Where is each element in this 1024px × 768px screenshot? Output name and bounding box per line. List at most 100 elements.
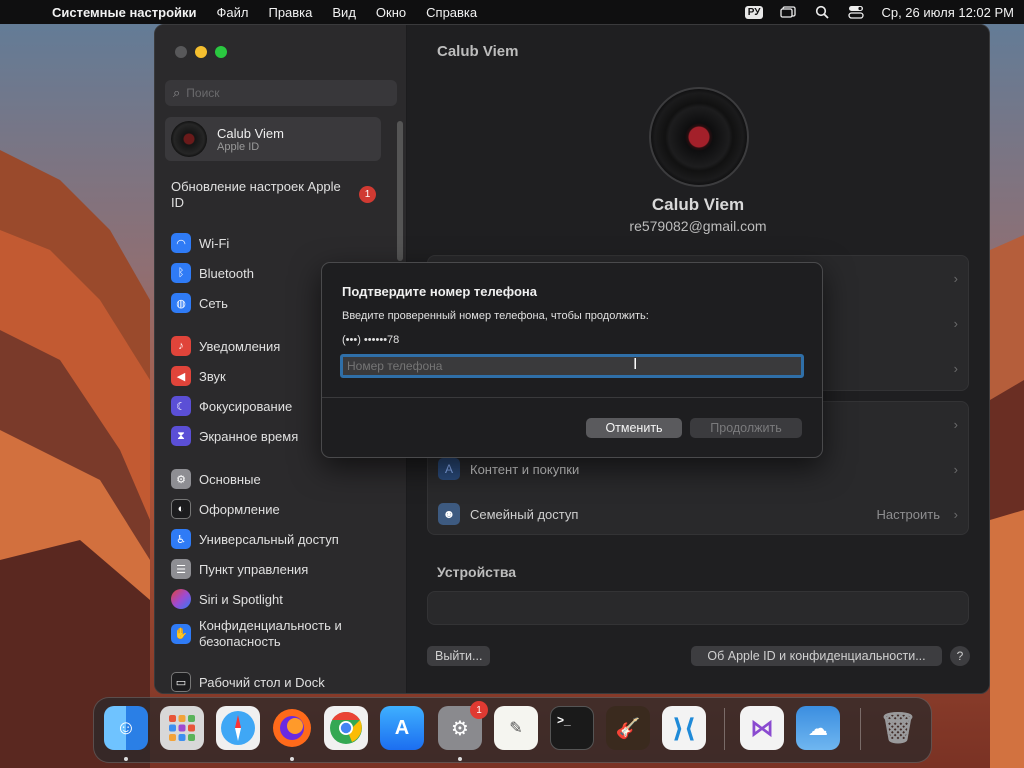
menu-window[interactable]: Окно: [376, 5, 406, 20]
verify-phone-dialog: Подтвердите номер телефона Введите прове…: [321, 262, 823, 458]
minimize-button[interactable]: [195, 46, 207, 58]
hourglass-icon: ⧗: [171, 426, 191, 446]
sidebar-item-update-settings[interactable]: Обновление настроек Apple ID: [171, 179, 341, 211]
sidebar-item-label: Конфиденциальность и безопасность: [199, 618, 342, 649]
continue-button[interactable]: Продолжить: [690, 418, 802, 438]
account-sub: Apple ID: [217, 140, 260, 153]
chevron-right-icon: ›: [953, 360, 958, 376]
chevron-right-icon: ›: [953, 461, 958, 477]
sidebar-item-wifi[interactable]: ◠ Wi-Fi: [171, 233, 229, 253]
sidebar-item-general[interactable]: ⚙ Основные: [171, 469, 261, 489]
profile-email: re579082@gmail.com: [629, 218, 767, 234]
visual-studio-icon[interactable]: ⋈: [740, 706, 784, 750]
appearance-icon: ◐: [171, 499, 191, 519]
sidebar-item-notifications[interactable]: ♪ Уведомления: [171, 336, 280, 356]
sidebar-item-label: Пункт управления: [199, 561, 309, 577]
sidebar-item-label: Уведомления: [199, 338, 281, 354]
trash-icon[interactable]: 🗑: [876, 706, 920, 750]
running-indicator: [458, 757, 462, 761]
menu-edit[interactable]: Правка: [268, 5, 312, 20]
menu-file[interactable]: Файл: [217, 5, 249, 20]
sidebar-item-control-center[interactable]: ☰ Пункт управления: [171, 559, 308, 579]
chevron-right-icon: ›: [953, 416, 958, 432]
vscode-icon[interactable]: ⟩⟨: [662, 706, 706, 750]
sidebar-item-label: Оформление: [199, 501, 280, 517]
menu-help[interactable]: Справка: [426, 5, 477, 20]
account-name: Calub Viem: [217, 125, 284, 141]
textedit-icon[interactable]: ✎: [494, 706, 538, 750]
help-button[interactable]: ?: [950, 646, 970, 666]
profile-avatar[interactable]: [649, 87, 749, 187]
running-indicator: [290, 757, 294, 761]
hand-icon: ✋: [171, 624, 191, 644]
chrome-icon[interactable]: [324, 706, 368, 750]
close-button[interactable]: [175, 46, 187, 58]
devices-section-title: Устройства: [437, 564, 517, 580]
finder-icon[interactable]: ☺: [104, 706, 148, 750]
control-center-icon[interactable]: [847, 5, 865, 19]
row-value: Настроить: [876, 506, 940, 522]
about-apple-id-button[interactable]: Об Apple ID и конфиденциальности...: [691, 646, 942, 666]
menubar-clock[interactable]: Ср, 26 июля 12:02 PM: [881, 5, 1014, 20]
sidebar-item-label: Рабочий стол и Dock: [199, 674, 325, 690]
input-source-indicator[interactable]: РУ: [744, 5, 764, 19]
sidebar-scrollbar[interactable]: [397, 121, 403, 261]
settings-badge: 1: [470, 701, 488, 719]
zoom-button[interactable]: [215, 46, 227, 58]
appstore-icon[interactable]: A: [380, 706, 424, 750]
sidebar-item-accessibility[interactable]: ♿ Универсальный доступ: [171, 529, 339, 549]
dialog-description: Введите проверенный номер телефона, чтоб…: [342, 310, 649, 322]
phone-number-input[interactable]: [340, 354, 804, 378]
bluetooth-icon: ᛒ: [171, 263, 191, 283]
sidebar-item-siri[interactable]: Siri и Spotlight: [171, 589, 283, 609]
menu-view[interactable]: Вид: [332, 5, 356, 20]
menu-bar: Системные настройки Файл Правка Вид Окно…: [0, 0, 1024, 24]
row-label: Семейный доступ: [470, 506, 579, 522]
update-badge: 1: [359, 186, 376, 203]
dialog-title: Подтвердите номер телефона: [342, 284, 538, 299]
chevron-right-icon: ›: [953, 315, 958, 331]
safari-icon[interactable]: [216, 706, 260, 750]
page-title: Calub Viem: [437, 43, 519, 60]
sidebar-item-sound[interactable]: ◀ Звук: [171, 366, 226, 386]
menu-app-name[interactable]: Системные настройки: [52, 5, 197, 20]
sidebar-item-appearance[interactable]: ◐ Оформление: [171, 499, 280, 519]
window-controls: [175, 46, 227, 58]
weather-icon[interactable]: ☁: [796, 706, 840, 750]
moon-icon: ☾: [171, 396, 191, 416]
siri-icon: [171, 589, 191, 609]
garageband-icon[interactable]: 🎸: [606, 706, 650, 750]
wifi-icon: ◠: [171, 233, 191, 253]
row-family-sharing[interactable]: ☻ Семейный доступ Настроить ›: [428, 492, 968, 536]
appstore-icon: A: [438, 458, 460, 480]
running-indicator: [124, 757, 128, 761]
sidebar-item-label: Фокусирование: [199, 398, 293, 414]
desktop-icon: ▭: [171, 672, 191, 692]
sign-out-button[interactable]: Выйти...: [427, 646, 491, 666]
sidebar-item-bluetooth[interactable]: ᛒ Bluetooth: [171, 263, 254, 283]
devices-group: [427, 591, 969, 625]
sidebar-item-desktop-dock[interactable]: ▭ Рабочий стол и Dock: [171, 672, 325, 692]
spotlight-search-icon[interactable]: [813, 5, 831, 19]
row-label: Контент и покупки: [470, 461, 580, 477]
firefox-icon[interactable]: [270, 706, 314, 750]
sidebar-item-focus[interactable]: ☾ Фокусирование: [171, 396, 292, 416]
cancel-button[interactable]: Отменить: [586, 418, 682, 438]
profile-name: Calub Viem: [651, 195, 745, 214]
globe-icon: ◍: [171, 293, 191, 313]
sidebar-item-privacy[interactable]: ✋ Конфиденциальность и безопасность: [171, 618, 371, 650]
sidebar-item-label: Экранное время: [199, 428, 299, 444]
stage-manager-icon[interactable]: [779, 5, 797, 19]
avatar: [171, 121, 207, 157]
sidebar-item-label: Wi-Fi: [199, 235, 230, 251]
masked-phone-number: (•••) ••••••78: [342, 334, 400, 346]
bell-icon: ♪: [171, 336, 191, 356]
sidebar-item-network[interactable]: ◍ Сеть: [171, 293, 228, 313]
terminal-icon[interactable]: >_: [550, 706, 594, 750]
sidebar-item-apple-id[interactable]: Calub Viem Apple ID: [165, 117, 381, 161]
chevron-right-icon: ›: [953, 270, 958, 286]
sidebar-item-label: Основные: [199, 471, 261, 487]
launchpad-icon[interactable]: [160, 706, 204, 750]
sidebar-item-screen-time[interactable]: ⧗ Экранное время: [171, 426, 298, 446]
sidebar-search-field[interactable]: ⌕ Поиск: [165, 80, 397, 106]
